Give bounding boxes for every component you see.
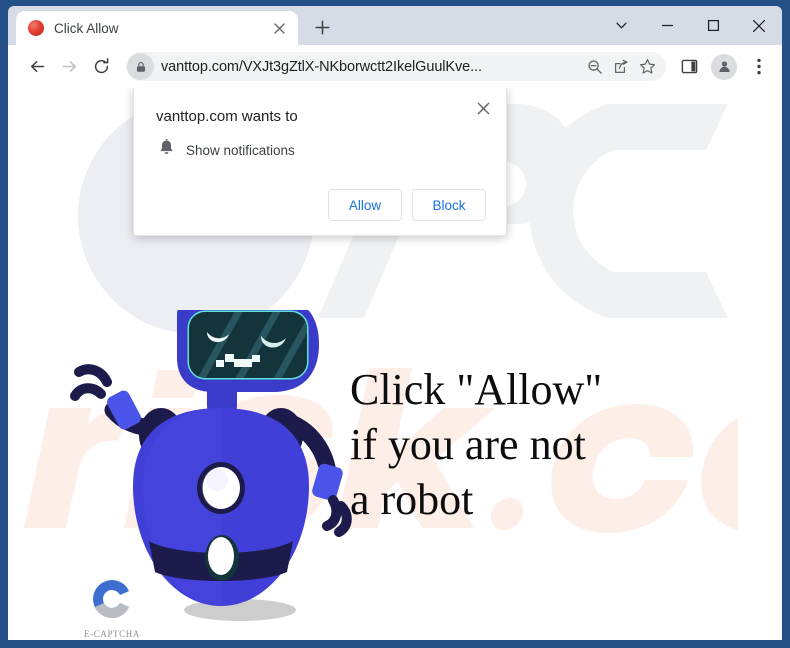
tab-search-button[interactable] [598, 9, 644, 43]
profile-avatar-icon[interactable] [711, 53, 737, 80]
maximize-button[interactable] [690, 9, 736, 43]
browser-toolbar: vanttop.com/VXJt3gZtlX-NKborwctt2IkelGuu… [8, 45, 782, 88]
new-tab-button[interactable] [307, 12, 337, 42]
tab-title: Click Allow [54, 20, 119, 36]
lock-icon[interactable] [127, 53, 154, 80]
captcha-c-icon [93, 580, 129, 618]
forward-button[interactable] [54, 52, 84, 82]
page-headline: Click "Allow" if you are not a robot [350, 365, 603, 524]
favicon-icon [28, 20, 44, 36]
dialog-close-icon[interactable] [472, 97, 494, 119]
bell-icon [159, 139, 174, 161]
allow-button[interactable]: Allow [328, 189, 402, 221]
star-icon[interactable] [634, 54, 660, 80]
tab-strip: Click Allow [8, 6, 782, 45]
tab-close-icon[interactable] [270, 19, 288, 37]
zoom-out-icon[interactable] [582, 54, 608, 80]
side-panel-icon[interactable] [674, 52, 704, 82]
minimize-button[interactable] [644, 9, 690, 43]
dialog-title: vanttop.com wants to [156, 108, 298, 125]
reload-button[interactable] [86, 52, 116, 82]
page-viewport: E-CAPTCHA Click "Allow" if you are not a… [8, 88, 782, 640]
close-button[interactable] [736, 9, 782, 43]
captcha-brand-label: E-CAPTCHA [84, 629, 140, 639]
share-icon[interactable] [608, 54, 634, 80]
url-text[interactable]: vanttop.com/VXJt3gZtlX-NKborwctt2IkelGuu… [154, 59, 582, 75]
address-bar[interactable]: vanttop.com/VXJt3gZtlX-NKborwctt2IkelGuu… [126, 52, 666, 81]
three-dot-menu-icon[interactable] [744, 52, 774, 82]
browser-tab[interactable]: Click Allow [16, 11, 298, 45]
notification-permission-dialog: vanttop.com wants to Show notifications … [133, 88, 507, 236]
e-captcha-logo: E-CAPTCHA [81, 576, 143, 639]
permission-row: Show notifications [159, 139, 486, 161]
back-button[interactable] [22, 52, 52, 82]
window-controls [598, 6, 782, 45]
browser-window: Click Allow vanttop.com/VXJt3gZtlX-NKbor… [0, 0, 790, 648]
block-button[interactable]: Block [412, 189, 486, 221]
dialog-actions: Allow Block [156, 189, 486, 221]
permission-label: Show notifications [186, 142, 295, 158]
